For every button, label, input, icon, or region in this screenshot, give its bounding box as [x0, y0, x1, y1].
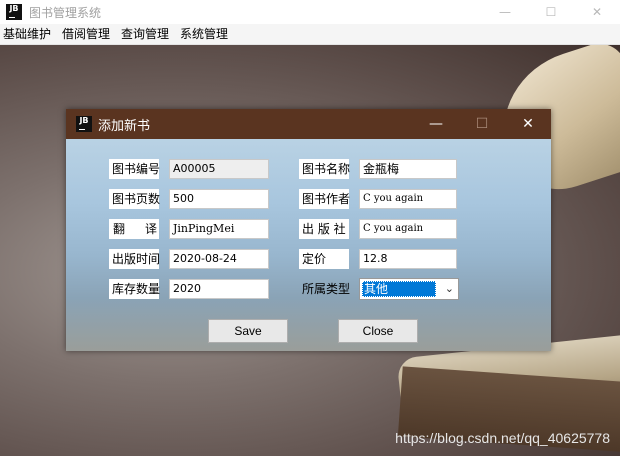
- chevron-down-icon[interactable]: ⌄: [445, 282, 454, 295]
- publisher-label: 出 版 社: [299, 219, 349, 239]
- maximize-button[interactable]: ☐: [528, 0, 574, 24]
- window-controls: — ☐ ✕: [482, 0, 620, 24]
- dialog-minimize-button[interactable]: —: [413, 109, 459, 139]
- save-button[interactable]: Save: [208, 319, 288, 343]
- category-label: 所属类型: [302, 282, 351, 296]
- close-button[interactable]: ✕: [574, 0, 620, 24]
- stock-label: 库存数量: [109, 279, 160, 299]
- app-title: 图书管理系统: [29, 5, 102, 20]
- translator-label: 翻 译: [109, 219, 159, 239]
- menu-item-basic-maintenance[interactable]: 基础维护: [0, 24, 58, 44]
- pages-label: 图书页数: [109, 189, 160, 209]
- price-field[interactable]: 12.8: [359, 249, 457, 269]
- translator-field[interactable]: JinPingMei: [169, 219, 269, 239]
- dialog-titlebar: JB 添加新书 — ☐ ✕: [66, 109, 551, 139]
- author-field[interactable]: C you again: [359, 189, 457, 209]
- author-label: 图书作者: [299, 189, 350, 209]
- book-id-label: 图书编号: [109, 159, 160, 179]
- dialog-title: 添加新书: [98, 118, 151, 134]
- minimize-button[interactable]: —: [482, 0, 528, 24]
- category-selected-value: 其他: [362, 281, 436, 297]
- menu-item-system-management[interactable]: 系统管理: [176, 24, 235, 44]
- book-id-field[interactable]: A00005: [169, 159, 269, 179]
- dialog-maximize-button[interactable]: ☐: [459, 109, 505, 139]
- menu-item-borrow-management[interactable]: 借阅管理: [58, 24, 117, 44]
- add-book-dialog: JB 添加新书 — ☐ ✕ 图书编号 A00005 图书页数 500 翻 译 J…: [66, 109, 551, 351]
- price-label: 定价: [299, 249, 349, 269]
- menu-item-query-management[interactable]: 查询管理: [117, 24, 176, 44]
- category-select[interactable]: 其他 ⌄: [359, 278, 459, 300]
- dialog-close-button[interactable]: ✕: [505, 109, 551, 139]
- pages-field[interactable]: 500: [169, 189, 269, 209]
- stock-field[interactable]: 2020: [169, 279, 269, 299]
- publisher-field[interactable]: C you again: [359, 219, 457, 239]
- book-name-field[interactable]: 金瓶梅: [359, 159, 457, 179]
- app-logo-icon: JB: [6, 4, 22, 20]
- menu-bar: 基础维护 借阅管理 查询管理 系统管理: [0, 24, 620, 45]
- close-dialog-button[interactable]: Close: [338, 319, 418, 343]
- app-titlebar: JB 图书管理系统 — ☐ ✕: [0, 0, 620, 24]
- dialog-logo-icon: JB: [76, 116, 92, 132]
- watermark-text: https://blog.csdn.net/qq_40625778: [395, 430, 610, 446]
- dialog-body: 图书编号 A00005 图书页数 500 翻 译 JinPingMei 出版时间…: [66, 139, 551, 351]
- pub-date-field[interactable]: 2020-08-24: [169, 249, 269, 269]
- pub-date-label: 出版时间: [109, 249, 160, 269]
- book-name-label: 图书名称: [299, 159, 350, 179]
- dialog-window-controls: — ☐ ✕: [413, 109, 551, 139]
